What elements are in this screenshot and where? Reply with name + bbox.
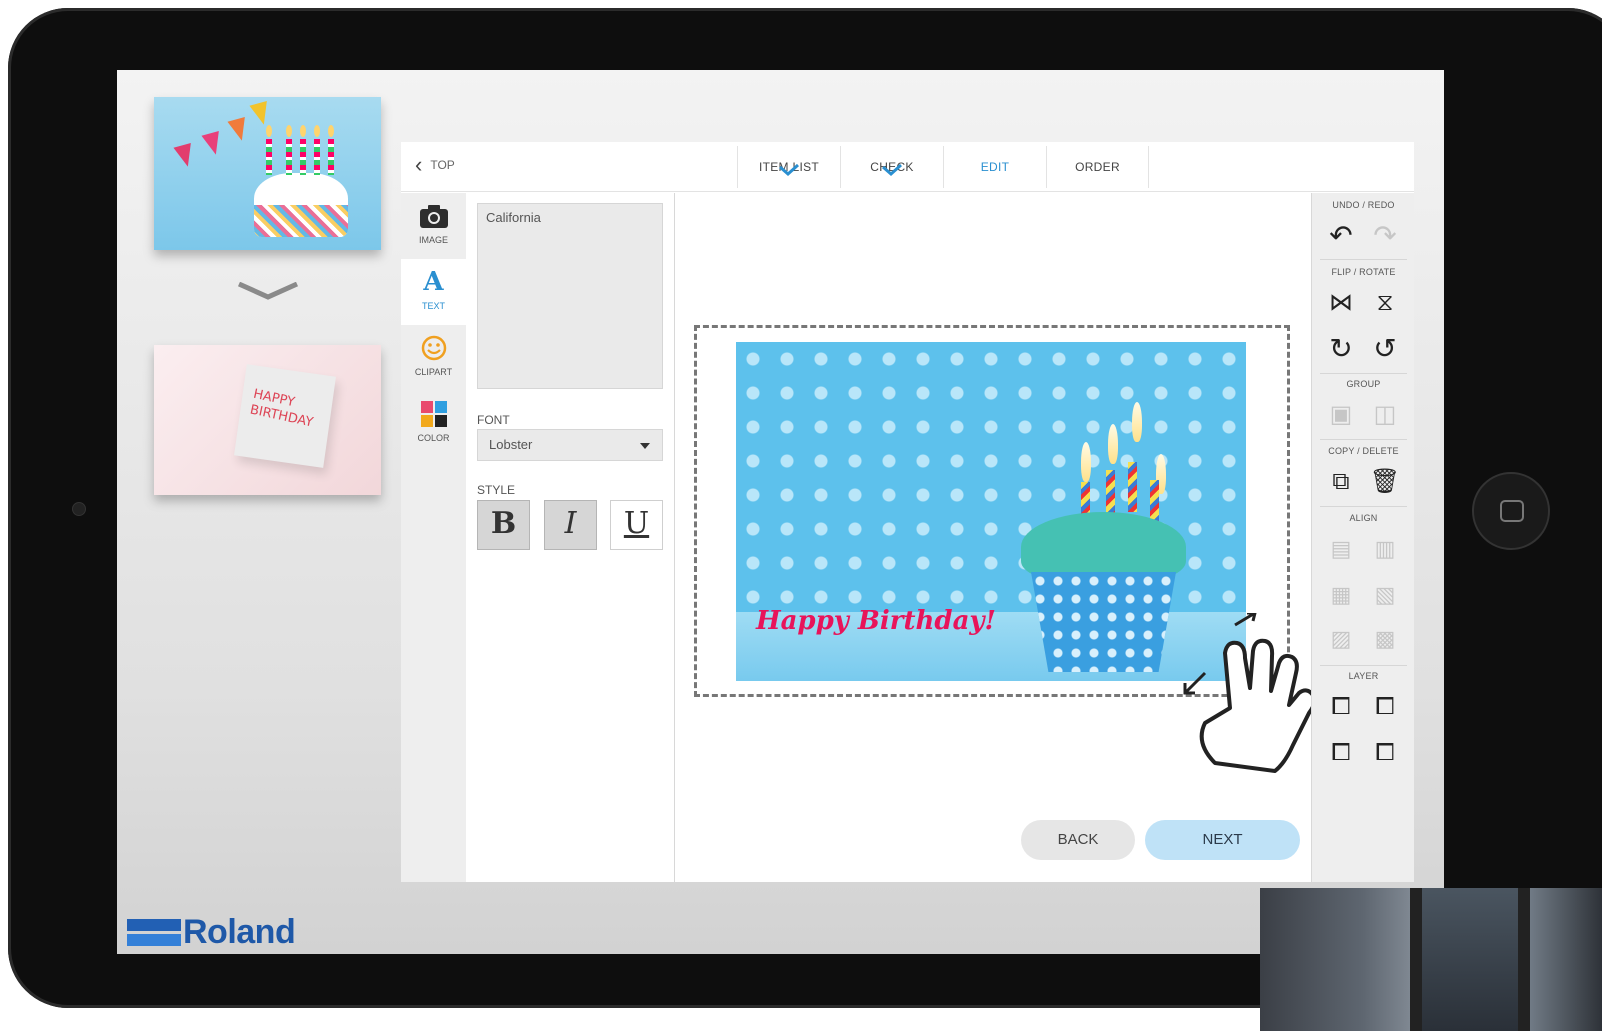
step-order[interactable]: ORDER <box>1046 146 1149 188</box>
flip-rotate-label: FLIP / ROTATE <box>1331 267 1396 277</box>
color-grid-icon <box>420 401 447 427</box>
editor-app: ‹ TOP ITEM LIST CHECK EDIT ORDER IMAGE A… <box>401 142 1414 882</box>
app-header: ‹ TOP ITEM LIST CHECK EDIT ORDER <box>401 142 1414 192</box>
smiley-icon <box>421 335 446 361</box>
cake-photo-thumbnail <box>154 97 381 250</box>
send-backward-icon[interactable]: ⧠ <box>1323 735 1359 771</box>
text-properties-panel: California FONT Lobster STYLE B I U <box>466 193 675 882</box>
right-tool-rail: UNDO / REDO ↶ ↷ FLIP / ROTATE ⋈ ⧖ ↻ ↺ GR… <box>1311 193 1414 882</box>
back-button[interactable]: BACK <box>1021 820 1135 860</box>
tool-color[interactable]: COLOR <box>401 391 466 457</box>
undo-icon[interactable]: ↶ <box>1323 218 1359 254</box>
camera-dot <box>72 502 86 516</box>
align-top-icon[interactable]: ▦ <box>1323 577 1359 613</box>
back-to-top-link[interactable]: ‹ TOP <box>415 152 455 177</box>
camera-icon <box>419 205 448 228</box>
checkmark-icon <box>882 164 903 176</box>
redo-icon[interactable]: ↷ <box>1367 218 1403 254</box>
ungroup-icon[interactable]: ◫ <box>1367 397 1403 433</box>
send-to-back-icon[interactable]: ⧠ <box>1367 735 1403 771</box>
align-left-icon[interactable]: ▤ <box>1323 531 1359 567</box>
tool-clipart[interactable]: CLIPART <box>401 325 466 391</box>
home-button[interactable] <box>1472 472 1550 550</box>
person-photo <box>1260 888 1602 1031</box>
screen: HAPPY BIRTHDAY Roland ‹ TOP ITEM LIST CH… <box>117 70 1444 954</box>
tool-image[interactable]: IMAGE <box>401 193 466 259</box>
tool-rail: IMAGE A TEXT CLIPART COLOR <box>401 193 466 882</box>
copy-delete-label: COPY / DELETE <box>1328 446 1399 456</box>
card-design[interactable]: Happy Birthday! <box>736 342 1246 681</box>
rotate-clockwise-icon[interactable]: ↻ <box>1323 331 1359 367</box>
tool-text[interactable]: A TEXT <box>401 259 466 325</box>
underline-button[interactable]: U <box>610 500 663 550</box>
chevron-left-icon: ‹ <box>415 152 423 177</box>
flip-vertical-icon[interactable]: ⧖ <box>1367 285 1403 321</box>
checkmark-icon <box>779 164 800 176</box>
caret-down-icon <box>640 443 650 449</box>
step-tabs: ITEM LIST CHECK EDIT ORDER <box>737 146 1149 188</box>
align-label: ALIGN <box>1349 513 1378 523</box>
birthday-card-thumbnail: HAPPY BIRTHDAY <box>154 345 381 495</box>
step-item-list[interactable]: ITEM LIST <box>737 146 840 188</box>
font-label: FONT <box>477 413 510 427</box>
style-label: STYLE <box>477 483 516 497</box>
align-middle-icon[interactable]: ▧ <box>1367 577 1403 613</box>
bring-to-front-icon[interactable]: ⧠ <box>1367 689 1403 725</box>
align-center-icon[interactable]: ▥ <box>1367 531 1403 567</box>
design-text[interactable]: Happy Birthday! <box>756 606 996 636</box>
back-to-top-label: TOP <box>430 158 455 172</box>
copy-icon[interactable]: ⧉ <box>1323 464 1359 500</box>
layer-label: LAYER <box>1348 671 1379 681</box>
card-text: HAPPY BIRTHDAY <box>248 386 315 431</box>
group-icon[interactable]: ▣ <box>1323 397 1359 433</box>
font-select-value: Lobster <box>489 437 533 452</box>
step-check[interactable]: CHECK <box>840 146 943 188</box>
chevron-down-icon <box>237 282 299 300</box>
flip-horizontal-icon[interactable]: ⋈ <box>1323 285 1359 321</box>
text-input[interactable]: California <box>477 203 663 389</box>
font-select[interactable]: Lobster <box>477 429 663 461</box>
group-label: GROUP <box>1346 379 1381 389</box>
step-edit[interactable]: EDIT <box>943 146 1046 188</box>
italic-button[interactable]: I <box>544 500 597 550</box>
design-canvas[interactable]: Happy Birthday! BACK NEXT <box>675 193 1317 882</box>
undo-redo-label: UNDO / REDO <box>1332 200 1395 210</box>
next-button[interactable]: NEXT <box>1145 820 1300 860</box>
align-bottom-icon[interactable]: ▨ <box>1323 621 1359 657</box>
text-a-icon: A <box>423 267 444 297</box>
bring-forward-icon[interactable]: ⧠ <box>1323 689 1359 725</box>
trash-icon[interactable]: 🗑 <box>1367 464 1403 500</box>
align-right-icon[interactable]: ▩ <box>1367 621 1403 657</box>
pinch-gesture-hand-icon <box>1183 613 1317 773</box>
roland-logo: Roland <box>127 913 296 952</box>
rotate-counterclockwise-icon[interactable]: ↺ <box>1367 331 1403 367</box>
bold-button[interactable]: B <box>477 500 530 550</box>
